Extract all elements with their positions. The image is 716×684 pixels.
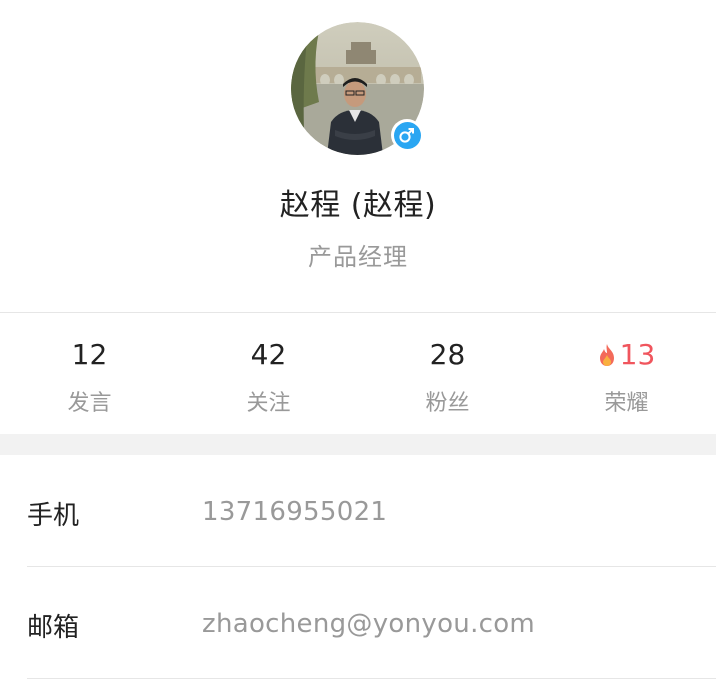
stat-followers-value: 28 xyxy=(429,338,466,371)
stat-honor[interactable]: 13 荣耀 xyxy=(537,313,716,434)
gender-badge xyxy=(391,119,423,151)
phone-label: 手机 xyxy=(27,501,80,531)
stat-honor-value-group: 13 xyxy=(537,338,716,371)
stat-posts-label: 发言 xyxy=(67,391,112,416)
stat-posts[interactable]: 12 发言 xyxy=(0,313,179,434)
stat-followers-label: 粉丝 xyxy=(425,391,470,416)
stat-honor-label: 荣耀 xyxy=(604,391,649,416)
flame-icon xyxy=(599,343,614,366)
row-divider xyxy=(27,678,716,679)
stat-followers[interactable]: 28 粉丝 xyxy=(358,313,537,434)
avatar-container[interactable] xyxy=(291,22,424,155)
profile-title: 产品经理 xyxy=(308,243,408,271)
stats-bar: 12 发言 42 关注 28 粉丝 13 荣耀 xyxy=(0,313,716,434)
stat-posts-value: 12 xyxy=(71,338,108,371)
stat-following[interactable]: 42 关注 xyxy=(179,313,358,434)
contact-info-list: 手机 13716955021 邮箱 zhaocheng@yonyou.com xyxy=(0,455,716,679)
email-row[interactable]: 邮箱 zhaocheng@yonyou.com xyxy=(0,567,716,679)
section-separator xyxy=(0,434,716,455)
stat-following-value: 42 xyxy=(250,338,287,371)
email-label: 邮箱 xyxy=(27,613,80,643)
profile-name: 赵程 (赵程) xyxy=(279,188,437,223)
phone-value[interactable]: 13716955021 xyxy=(202,497,387,527)
stat-honor-value: 13 xyxy=(619,338,656,371)
profile-header: 赵程 (赵程) 产品经理 xyxy=(0,0,716,312)
profile-page: 赵程 (赵程) 产品经理 12 发言 42 关注 28 粉丝 13 荣耀 手机 … xyxy=(0,0,716,684)
phone-row[interactable]: 手机 13716955021 xyxy=(0,455,716,567)
stat-following-label: 关注 xyxy=(246,391,291,416)
email-value[interactable]: zhaocheng@yonyou.com xyxy=(202,609,535,639)
male-icon xyxy=(393,121,421,149)
